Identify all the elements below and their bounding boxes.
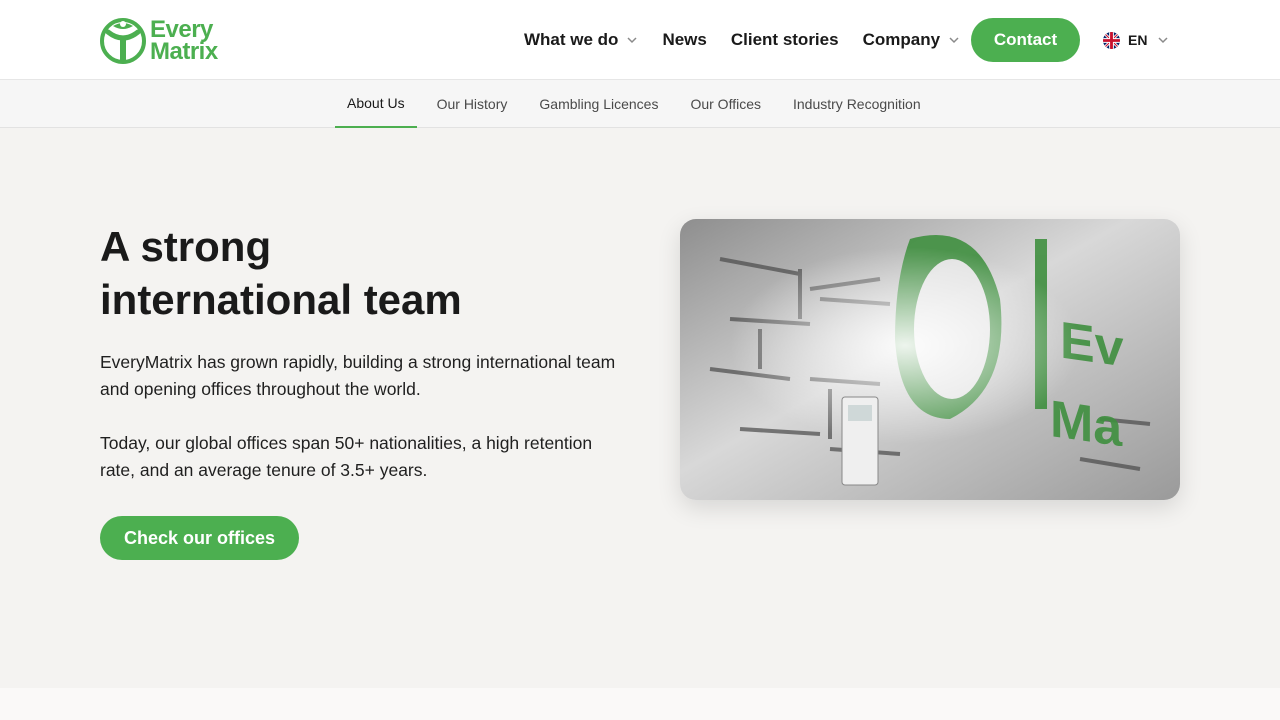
office-photo: Ev Ma xyxy=(680,219,1180,500)
tab-about-us[interactable]: About Us xyxy=(335,80,417,128)
tab-our-offices[interactable]: Our Offices xyxy=(678,80,773,128)
page-title-line2: international team xyxy=(100,276,462,323)
company-subnav: About Us Our History Gambling Licences O… xyxy=(0,80,1280,128)
tab-our-history[interactable]: Our History xyxy=(425,80,520,128)
subnav-tabs: About Us Our History Gambling Licences O… xyxy=(335,80,941,128)
site-header: Every Matrix What we do News Client stor… xyxy=(0,0,1280,80)
nav-label: Client stories xyxy=(730,30,839,49)
logo-wordmark: Every Matrix xyxy=(150,18,218,65)
nav-news[interactable]: News xyxy=(662,30,706,50)
intro-paragraph: EveryMatrix has grown rapidly, building … xyxy=(100,352,616,399)
nav-label: News xyxy=(662,30,707,49)
nav-company[interactable]: Company xyxy=(863,30,960,50)
page-title: A strong international team xyxy=(100,220,620,326)
chevron-down-icon xyxy=(949,37,959,44)
tab-gambling-licences[interactable]: Gambling Licences xyxy=(527,80,670,128)
uk-flag-icon xyxy=(1103,31,1120,49)
logo-text-line2: Matrix xyxy=(150,38,218,65)
nav-what-we-do[interactable]: What we do xyxy=(524,30,638,50)
stats-paragraph: Today, our global offices span 50+ natio… xyxy=(100,433,593,480)
next-section-edge xyxy=(0,688,1280,720)
language-code: EN xyxy=(1128,32,1148,48)
check-offices-button[interactable]: Check our offices xyxy=(100,516,299,560)
main-nav: What we do News Client stories Company xyxy=(524,18,984,62)
nav-label: What we do xyxy=(524,30,619,49)
contact-button[interactable]: Contact xyxy=(971,18,1080,62)
page-title-line1: A strong xyxy=(100,223,272,270)
office-wall-illustration: Ev Ma xyxy=(680,219,1180,500)
nav-client-stories[interactable]: Client stories xyxy=(731,30,839,50)
language-selector[interactable]: EN xyxy=(1103,30,1169,50)
chevron-down-icon xyxy=(1158,37,1168,44)
everymatrix-logo[interactable]: Every Matrix xyxy=(100,16,232,66)
tab-industry-recognition[interactable]: Industry Recognition xyxy=(781,80,933,128)
nav-label: Company xyxy=(862,30,941,49)
chevron-down-icon xyxy=(627,37,637,44)
everymatrix-logo-icon xyxy=(100,18,146,64)
